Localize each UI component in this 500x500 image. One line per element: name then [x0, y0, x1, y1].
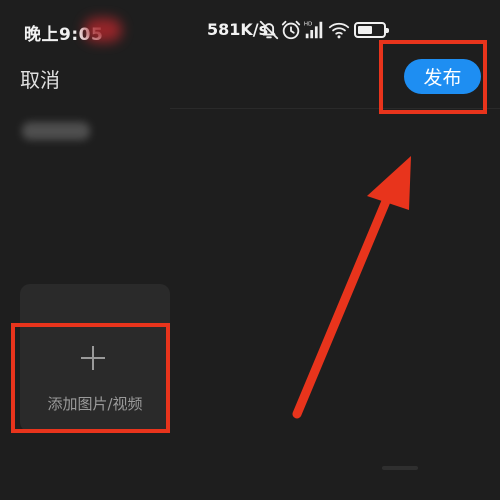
annotation-arrow: [292, 156, 411, 419]
watermark: [382, 466, 418, 470]
